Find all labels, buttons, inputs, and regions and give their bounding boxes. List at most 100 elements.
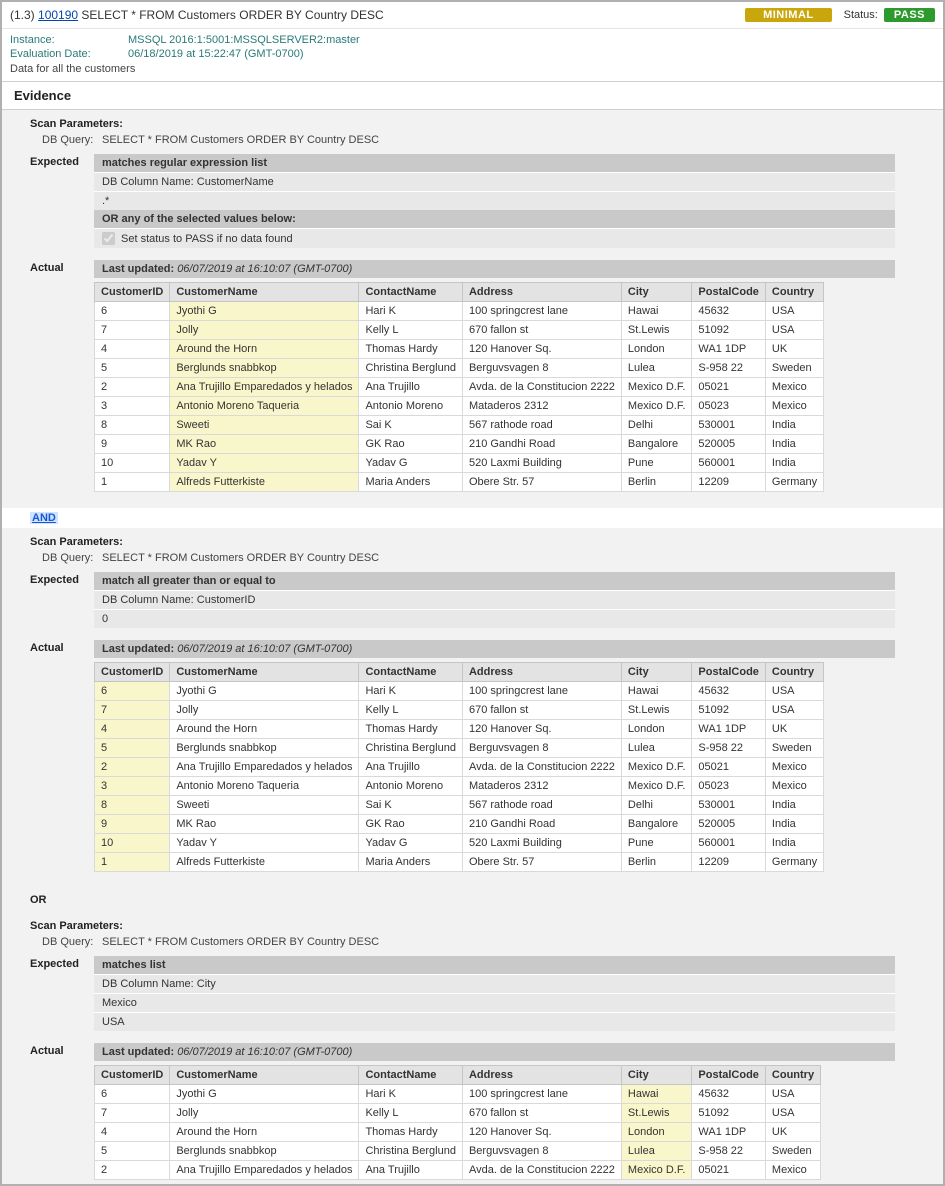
table-cell: 120 Hanover Sq. xyxy=(462,720,621,739)
table-cell: 51092 xyxy=(692,701,766,720)
table-cell: St.Lewis xyxy=(621,1104,691,1123)
table-cell: Ana Trujillo xyxy=(359,378,463,397)
table-cell: Lulea xyxy=(621,1142,691,1161)
table-cell: 3 xyxy=(95,397,170,416)
table-cell: Ana Trujillo Emparedados y helados xyxy=(170,378,359,397)
table-cell: 5 xyxy=(95,359,170,378)
table-cell: 51092 xyxy=(692,321,766,340)
table-cell: Alfreds Futterkiste xyxy=(170,473,359,492)
table-cell: Antonio Moreno Taqueria xyxy=(170,777,359,796)
scan-block-3: Scan Parameters: DB Query: SELECT * FROM… xyxy=(2,912,943,1184)
table-row: 2Ana Trujillo Emparedados y heladosAna T… xyxy=(95,1161,821,1180)
table-cell: Yadav G xyxy=(359,454,463,473)
table-cell: Mataderos 2312 xyxy=(462,777,621,796)
table-cell: 4 xyxy=(95,720,170,739)
table-cell: 567 rathode road xyxy=(462,416,621,435)
table-cell: Ana Trujillo xyxy=(359,758,463,777)
db-query-value: SELECT * FROM Customers ORDER BY Country… xyxy=(102,134,379,146)
table-cell: Germany xyxy=(765,473,823,492)
expected-label: Expected xyxy=(30,956,94,970)
table-cell: Thomas Hardy xyxy=(359,340,463,359)
table-row: 4Around the HornThomas Hardy120 Hanover … xyxy=(95,1123,821,1142)
table-cell: 2 xyxy=(95,378,170,397)
table-cell: India xyxy=(765,435,823,454)
table-cell: London xyxy=(621,1123,691,1142)
table-cell: 120 Hanover Sq. xyxy=(462,1123,621,1142)
table-cell: India xyxy=(765,796,823,815)
table-cell: 7 xyxy=(95,701,170,720)
table-cell: 1 xyxy=(95,853,170,872)
table-cell: Berglunds snabbkop xyxy=(170,1142,359,1161)
table-row: 2Ana Trujillo Emparedados y heladosAna T… xyxy=(95,378,824,397)
evidence-header: Evidence xyxy=(2,81,943,110)
table-row: 6Jyothi GHari K100 springcrest laneHawai… xyxy=(95,302,824,321)
column-header: ContactName xyxy=(359,1066,463,1085)
db-query-label: DB Query: xyxy=(42,552,102,564)
instance-label: Instance: xyxy=(10,34,128,46)
table-cell: Ana Trujillo xyxy=(359,1161,463,1180)
scan-parameters-heading: Scan Parameters: xyxy=(2,118,943,134)
db-query-label: DB Query: xyxy=(42,134,102,146)
table-cell: Thomas Hardy xyxy=(359,720,463,739)
and-label: AND xyxy=(30,512,58,524)
table-cell: 520005 xyxy=(692,815,766,834)
table-cell: 5 xyxy=(95,739,170,758)
table-cell: Mataderos 2312 xyxy=(462,397,621,416)
table-cell: 520 Laxmi Building xyxy=(462,454,621,473)
table-cell: 05023 xyxy=(692,777,766,796)
table-cell: 6 xyxy=(95,1085,170,1104)
table-cell: USA xyxy=(765,682,823,701)
table-cell: Hari K xyxy=(359,682,463,701)
table-row: 1Alfreds FutterkisteMaria AndersObere St… xyxy=(95,853,824,872)
table-row: 10Yadav YYadav G520 Laxmi BuildingPune56… xyxy=(95,834,824,853)
table-row: 9MK RaoGK Rao210 Gandhi RoadBangalore520… xyxy=(95,435,824,454)
table-cell: Jyothi G xyxy=(170,302,359,321)
table-cell: Thomas Hardy xyxy=(359,1123,463,1142)
table-row: 9MK RaoGK Rao210 Gandhi RoadBangalore520… xyxy=(95,815,824,834)
page-header: (1.3) 100190 SELECT * FROM Customers ORD… xyxy=(2,2,943,29)
set-pass-checkbox[interactable] xyxy=(102,232,115,245)
evidence-page: (1.3) 100190 SELECT * FROM Customers ORD… xyxy=(0,0,945,1186)
table-cell: 45632 xyxy=(692,302,766,321)
table-cell: Ana Trujillo Emparedados y helados xyxy=(170,758,359,777)
table-cell: 2 xyxy=(95,1161,170,1180)
table-cell: 2 xyxy=(95,758,170,777)
table-row: 7JollyKelly L670 fallon stSt.Lewis51092U… xyxy=(95,321,824,340)
table-cell: 12209 xyxy=(692,853,766,872)
table-cell: USA xyxy=(765,701,823,720)
table-cell: Mexico D.F. xyxy=(621,397,691,416)
table-cell: London xyxy=(621,720,691,739)
table-cell: 8 xyxy=(95,796,170,815)
table-cell: Yadav Y xyxy=(170,834,359,853)
table-cell: Hawai xyxy=(621,1085,691,1104)
column-header: CustomerID xyxy=(95,1066,170,1085)
table-row: 4Around the HornThomas Hardy120 Hanover … xyxy=(95,340,824,359)
meta-block: Instance: MSSQL 2016:1:5001:MSSQLSERVER2… xyxy=(2,29,943,63)
scan-block-2: Scan Parameters: DB Query: SELECT * FROM… xyxy=(2,528,943,888)
table-cell: Mexico xyxy=(765,397,823,416)
table-cell: Sweden xyxy=(765,739,823,758)
table-cell: GK Rao xyxy=(359,815,463,834)
table-cell: 05021 xyxy=(692,758,766,777)
table-row: 7JollyKelly L670 fallon stSt.Lewis51092U… xyxy=(95,701,824,720)
table-cell: 210 Gandhi Road xyxy=(462,435,621,454)
table-cell: 51092 xyxy=(692,1104,766,1123)
control-id-link[interactable]: 100190 xyxy=(38,8,78,22)
column-header: City xyxy=(621,1066,691,1085)
table-cell: 560001 xyxy=(692,834,766,853)
table-row: 5Berglunds snabbkopChristina BerglundBer… xyxy=(95,1142,821,1161)
table-cell: Sai K xyxy=(359,796,463,815)
table-cell: 7 xyxy=(95,1104,170,1123)
table-cell: 520005 xyxy=(692,435,766,454)
table-cell: USA xyxy=(765,1085,820,1104)
table-cell: 5 xyxy=(95,1142,170,1161)
table-cell: Around the Horn xyxy=(170,720,359,739)
eval-date-label: Evaluation Date: xyxy=(10,48,128,60)
table-cell: Yadav Y xyxy=(170,454,359,473)
column-header: Country xyxy=(765,663,823,682)
table-cell: Bangalore xyxy=(621,435,691,454)
table-cell: 05021 xyxy=(692,1161,766,1180)
table-cell: Berguvsvagen 8 xyxy=(462,1142,621,1161)
expected-rule: match all greater than or equal to xyxy=(94,572,895,590)
column-header: CustomerID xyxy=(95,283,170,302)
